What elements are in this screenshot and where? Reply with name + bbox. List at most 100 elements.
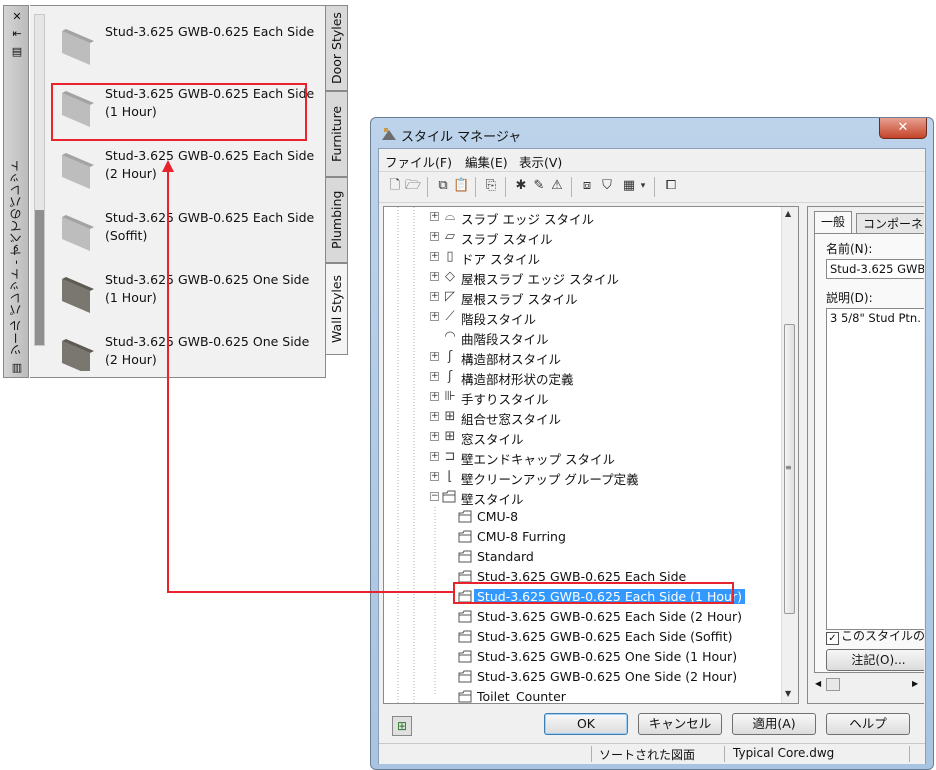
palette-title: ツール パレット - すべてのパレット [9,160,23,356]
folder-icon [458,630,472,643]
palette-item[interactable]: Stud-3.625 GWB-0.625 Each Side (Soffit) [55,205,326,261]
filter-icon[interactable]: ⛉ [599,178,615,194]
wall-style-label: Stud-3.625 GWB-0.625 Each Side (2 Hour) [477,609,742,624]
open-drawing-icon[interactable]: 🗁 [405,178,421,194]
stair-icon: ⟋ [445,309,455,324]
expand-toggle-icon[interactable]: + [430,372,439,381]
window-assembly-icon: ⊞ [444,409,456,424]
tab-door-styles[interactable]: Door Styles [325,5,348,91]
name-field[interactable]: Stud-3.625 GWB-0.625 Each Side (1 Hour) [826,259,924,279]
tree-scrollbar[interactable]: ▲ ≡ ▼ [781,207,798,703]
inline-edit-icon[interactable]: ▦ [621,178,637,194]
expand-toggle-icon[interactable]: + [430,472,439,481]
expand-toggle-icon[interactable]: + [430,392,439,401]
toggle-view-icon[interactable]: ⧈ [579,178,595,194]
refresh-icon[interactable]: ⧠ [663,178,679,194]
help-button[interactable]: ヘルプ [826,713,910,735]
tab-furniture[interactable]: Furniture [325,91,348,177]
tree-item-label: 組合せ窓スタイル [461,412,562,427]
expand-toggle-icon[interactable]: + [430,452,439,461]
help-topic-icon[interactable]: ⊞ [392,716,412,736]
style-properties-panel: 一般 コンポーネント 名前(N): Stud-3.625 GWB-0.625 E… [807,206,924,704]
palette-item-list: Stud-3.625 GWB-0.625 Each Side Stud-3.625… [30,6,326,371]
expand-toggle-icon[interactable]: + [430,312,439,321]
expand-toggle-icon[interactable]: + [430,432,439,441]
copy-icon[interactable]: ⧉ [435,178,451,194]
edit-style-icon[interactable]: ✎ [531,178,547,194]
toolbar: 🗋 🗁 ⧉ 📋 ⎘ ✱ ✎ ⚠ ⧈ ⛉ ▦ ▾ ⧠ [379,172,925,203]
palette-item[interactable]: Stud-3.625 GWB-0.625 One Side (1 Hour) [55,267,326,323]
chevron-down-icon[interactable]: ▾ [638,178,648,194]
notes-button[interactable]: 注記(O)... [826,649,924,671]
palette-item-label: Stud-3.625 GWB-0.625 Each Side (2 Hour) [105,148,315,181]
palette-item[interactable]: Stud-3.625 GWB-0.625 Each Side [55,19,326,75]
window-icon: ⊞ [444,429,456,444]
auto-hide-icon[interactable]: ⇤ [10,28,24,40]
apply-button[interactable]: 適用(A) [732,713,816,735]
expand-toggle-icon[interactable]: + [430,252,439,261]
new-style-icon[interactable]: ✱ [513,178,529,194]
expand-toggle-icon[interactable]: + [430,212,439,221]
wall-style-label: Toilet_Counter [477,689,566,704]
style-checkbox[interactable]: ✓ [826,632,839,645]
menu-view[interactable]: 表示(V) [519,152,562,171]
menu-edit[interactable]: 編集(E) [465,152,508,171]
style-tree[interactable]: + ⌓ スラブ エッジ スタイル + ▱ スラブ スタイル + ▯ ドア スタイル + ◇ 屋根スラブ… [383,206,799,704]
cancel-button[interactable]: キャンセル [638,713,722,735]
tree-item-label: 構造部材スタイル [461,352,562,367]
tree-item-highlight [453,582,734,604]
expand-toggle-icon[interactable]: + [430,272,439,281]
palette-tabs: Door Styles Furniture Plumbing Wall Styles [325,5,349,370]
properties-icon[interactable]: ▤ [10,46,24,58]
member-icon: ʃ [447,349,453,364]
palette-item[interactable]: Stud-3.625 GWB-0.625 Each Side (2 Hour) [55,143,326,199]
menu-file[interactable]: ファイル(F) [385,152,452,171]
curved-stair-icon: ◠ [444,329,456,344]
expand-toggle-icon[interactable]: − [430,492,439,501]
window-client: ファイル(F) 編集(E) 表示(V) 🗋 🗁 ⧉ 📋 ⎘ ✱ ✎ ⚠ ⧈ ⛉ … [378,148,926,764]
tab-components[interactable]: コンポーネント [856,213,924,233]
tab-wall-styles[interactable]: Wall Styles [325,263,348,355]
wall-style-label: CMU-8 Furring [477,529,566,544]
expand-toggle-icon[interactable]: + [430,352,439,361]
palette-titlebar[interactable]: ✕ ⇤ ▤ ツール パレット - すべてのパレット ▥ [3,5,29,378]
tree-item-label: ドア スタイル [461,252,540,267]
expand-toggle-icon[interactable]: + [430,292,439,301]
description-label: 説明(D): [826,291,873,305]
folder-icon [458,690,472,703]
tab-plumbing[interactable]: Plumbing [325,177,348,263]
set-from-icon[interactable]: ⚠ [549,178,565,194]
tab-general[interactable]: 一般 [814,211,853,233]
close-icon[interactable]: ✕ [10,11,24,23]
palette-body: Stud-3.625 GWB-0.625 Each Side Stud-3.625… [30,5,326,378]
folder-icon [458,670,472,683]
expand-toggle-icon[interactable]: + [430,412,439,421]
tree-item-label: 壁エンドキャップ スタイル [461,452,615,467]
description-field[interactable]: 3 5/8" Stud Ptn. (1 Hour) [826,308,924,630]
tool-palette: ✕ ⇤ ▤ ツール パレット - すべてのパレット ▥ Stud-3.625 G… [3,5,348,378]
palette-item[interactable]: Stud-3.625 GWB-0.625 One Side (2 Hour) [55,329,326,371]
status-bar: ソートされた図面 Typical Core.dwg [379,743,925,764]
tree-item-label: 手すりスタイル [461,392,549,407]
folder-icon [458,510,472,523]
ok-button[interactable]: OK [544,713,628,735]
status-sorted: ソートされた図面 [599,748,696,762]
tree-item-label: 構造部材形状の定義 [461,372,574,387]
slab-edge-icon: ⌓ [444,209,456,224]
tree-item-label: 窓スタイル [461,432,524,447]
tree-item-label: スラブ エッジ スタイル [461,212,594,227]
new-drawing-icon[interactable]: 🗋 [387,178,403,194]
tree-item-label: 曲階段スタイル [461,332,549,347]
close-button[interactable]: ✕ [879,118,927,139]
palette-options-icon[interactable]: ▥ [10,362,24,374]
palette-item-label: Stud-3.625 GWB-0.625 Each Side (Soffit) [105,210,315,243]
panel-h-scrollbar[interactable]: ◀ ▶ [814,677,924,693]
expand-toggle-icon[interactable]: + [430,232,439,241]
style-checkbox-row[interactable]: ✓このスタイルのオブジェクト [826,627,924,645]
palette-item-highlight [51,83,307,141]
purge-icon[interactable]: ⎘ [483,178,499,194]
wall-style-label: Stud-3.625 GWB-0.625 Each Side (Soffit) [477,629,733,644]
status-drawing: Typical Core.dwg [733,746,835,760]
paste-icon[interactable]: 📋 [453,178,469,194]
folder-icon [458,530,472,543]
